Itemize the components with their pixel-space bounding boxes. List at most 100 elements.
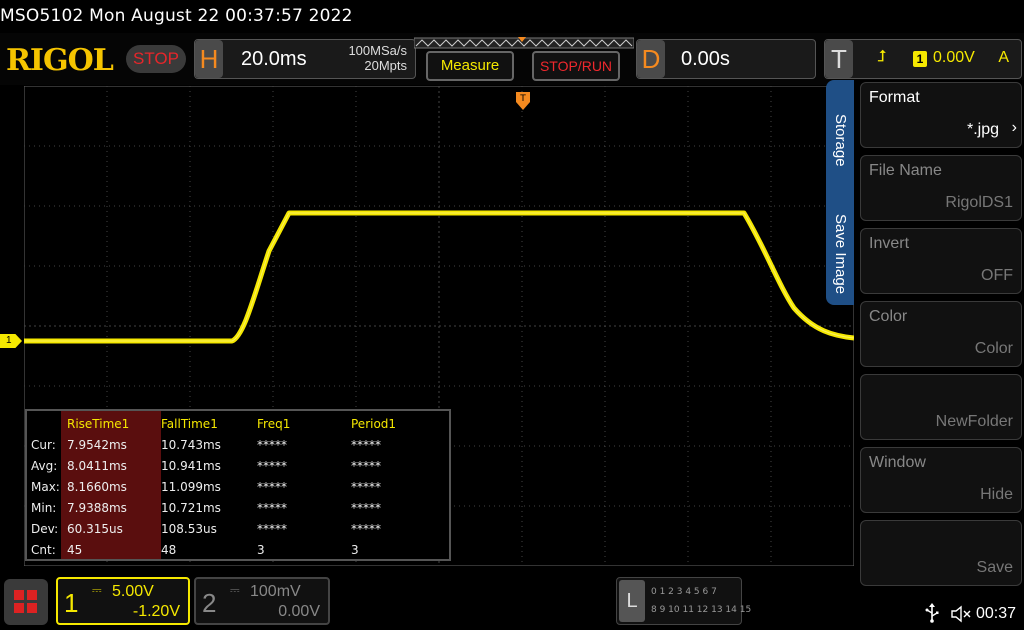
- side-menu-item-title: Format: [869, 89, 920, 106]
- ch1-offset: -1.20V: [132, 603, 180, 620]
- clock: 00:37: [976, 605, 1017, 622]
- measurement-row-label: Avg:: [31, 459, 58, 473]
- side-menu-item-value: RigolDS1: [945, 194, 1013, 211]
- ch2-scale: 100mV: [250, 583, 301, 600]
- side-tabs: Storage Save Image: [826, 80, 856, 305]
- side-menu-item-value: OFF: [981, 267, 1013, 284]
- device-datetime: MSO5102 Mon August 22 00:37:57 2022: [0, 6, 353, 26]
- measurement-value: *****: [257, 438, 287, 452]
- measurement-row-label: Max:: [31, 480, 60, 494]
- measurement-header[interactable]: RiseTime1: [67, 417, 129, 431]
- rigol-logo: RIGOL: [6, 43, 114, 78]
- menu-icon-part: [27, 603, 37, 613]
- measurement-header[interactable]: Freq1: [257, 417, 290, 431]
- measurement-header[interactable]: Period1: [351, 417, 396, 431]
- measure-button[interactable]: Measure: [426, 51, 514, 81]
- ch2-number: 2: [202, 588, 217, 618]
- measurement-value: *****: [351, 438, 381, 452]
- title-bar: MSO5102 Mon August 22 00:37:57 2022: [0, 0, 1024, 32]
- side-menu-item-title: File Name: [869, 162, 942, 179]
- delay-panel[interactable]: D 0.00s: [636, 39, 816, 79]
- side-menu-item[interactable]: NewFolder: [860, 374, 1022, 440]
- logic-analyzer-panel[interactable]: L 0 1 2 3 4 5 6 7 8 9 10 11 12 13 14 15: [616, 577, 751, 625]
- side-menu-item[interactable]: Color Color: [860, 301, 1022, 367]
- measurement-row-label: Min:: [31, 501, 57, 515]
- side-menu-item[interactable]: Format *.jpg ›: [860, 82, 1022, 148]
- sample-rate: 100MSa/s: [348, 43, 407, 58]
- usb-icon: [925, 603, 939, 623]
- svg-text:T: T: [519, 94, 526, 104]
- side-menu-item-title: Color: [869, 308, 908, 325]
- trigger-position-marker[interactable]: T: [516, 92, 530, 110]
- measurement-value: *****: [257, 480, 287, 494]
- ch2-offset: 0.00V: [278, 603, 320, 620]
- trigger-key[interactable]: T: [825, 40, 853, 78]
- measurement-value: *****: [351, 501, 381, 515]
- side-menu-item[interactable]: Save: [860, 520, 1022, 586]
- dc-coupling-icon: ⎓: [92, 583, 102, 597]
- side-menu-item-value: NewFolder: [935, 413, 1013, 430]
- measurement-value: *****: [257, 501, 287, 515]
- side-menu-item-title: Window: [869, 454, 926, 471]
- side-menu-item-title: Invert: [869, 235, 910, 252]
- ch2-settings[interactable]: 2 ⎓ 100mV 0.00V: [194, 577, 330, 625]
- measurement-row-label: Cnt:: [31, 543, 56, 557]
- memory-depth: 20Mpts: [364, 58, 407, 73]
- speaker-muted-icon[interactable]: [950, 605, 972, 623]
- side-menu-item-value: Save: [976, 559, 1013, 576]
- measurement-header[interactable]: FallTime1: [161, 417, 218, 431]
- menu-icon-part: [27, 590, 37, 600]
- dc-coupling-icon: ⎓: [230, 583, 240, 597]
- logic-key[interactable]: L: [619, 580, 645, 622]
- measurement-row-label: Cur:: [31, 438, 56, 452]
- side-menu-item[interactable]: Invert OFF: [860, 228, 1022, 294]
- tab-save-image[interactable]: Save Image: [832, 214, 849, 294]
- measurement-value: *****: [351, 522, 381, 536]
- side-menu-item[interactable]: Window Hide: [860, 447, 1022, 513]
- ch1-settings[interactable]: 1 ⎓ 5.00V -1.20V: [56, 577, 190, 625]
- measurement-value: *****: [351, 480, 381, 494]
- waveform-position-bar: [414, 37, 634, 49]
- main-menu-button[interactable]: [4, 579, 48, 625]
- measurement-value: 7.9388ms: [67, 501, 127, 515]
- measurement-value: 8.0411ms: [67, 459, 127, 473]
- measurement-value: *****: [257, 522, 287, 536]
- run-state-badge[interactable]: STOP: [126, 45, 186, 73]
- measurement-value: 108.53us: [161, 522, 217, 536]
- trigger-panel[interactable]: T ⮥ 1 0.00V A: [824, 39, 1022, 79]
- measurement-value: *****: [257, 459, 287, 473]
- rising-edge-icon: ⮥: [877, 48, 887, 65]
- side-menu-item-value: Hide: [980, 486, 1013, 503]
- horizontal-panel[interactable]: H 20.0ms 100MSa/s 20Mpts: [194, 39, 416, 79]
- measurement-value: 48: [161, 543, 177, 557]
- side-menu-item-value: *.jpg: [966, 121, 999, 138]
- measurement-value: 10.743ms: [161, 438, 221, 452]
- measurement-value: *****: [351, 459, 381, 473]
- trigger-mode: A: [998, 49, 1009, 66]
- menu-icon: [14, 590, 24, 600]
- measurement-value: 3: [351, 543, 359, 557]
- logic-channels-high: 8 9 10 11 12 13 14 15: [651, 605, 752, 615]
- ch1-ground-marker[interactable]: 1: [0, 334, 22, 348]
- measurement-value: 10.721ms: [161, 501, 221, 515]
- measurement-value: 3: [257, 543, 265, 557]
- trigger-source-badge: 1: [913, 51, 927, 67]
- measurement-value: 7.9542ms: [67, 438, 127, 452]
- chevron-right-icon: ›: [1011, 119, 1017, 136]
- menu-icon-part: [14, 603, 24, 613]
- measurement-value: 45: [67, 543, 83, 557]
- trigger-level: 0.00V: [933, 49, 975, 66]
- measurement-table: RiseTime1 FallTime1 Freq1 Period1 Cur: 7.9542…: [25, 409, 451, 561]
- stop-run-button[interactable]: STOP/RUN: [532, 51, 620, 81]
- horizontal-key[interactable]: H: [195, 40, 223, 78]
- top-bar: RIGOL STOP H 20.0ms 100MSa/s 20Mpts Meas…: [0, 33, 1024, 85]
- measurement-value: 60.315us: [67, 522, 123, 536]
- side-menu-item[interactable]: File Name RigolDS1: [860, 155, 1022, 221]
- measurement-value: 8.1660ms: [67, 480, 127, 494]
- measurement-value: 10.941ms: [161, 459, 221, 473]
- delay-key[interactable]: D: [637, 40, 665, 78]
- ch1-scale: 5.00V: [112, 583, 154, 600]
- acquisition-info: 100MSa/s 20Mpts: [348, 43, 407, 73]
- tab-storage[interactable]: Storage: [832, 114, 849, 167]
- logic-channels-low: 0 1 2 3 4 5 6 7: [651, 587, 717, 597]
